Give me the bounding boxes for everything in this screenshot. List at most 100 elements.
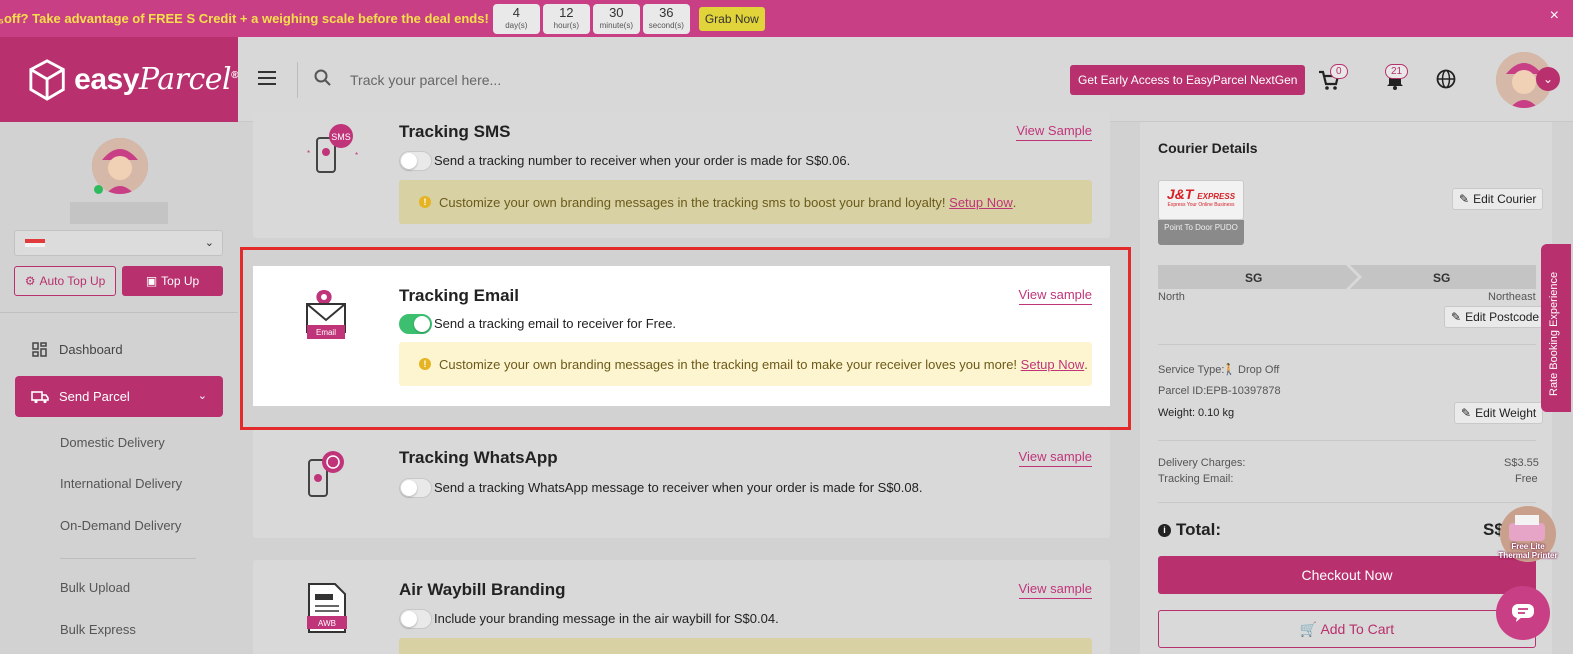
thermal-printer-promo-text: Free Lite Thermal Printer xyxy=(1498,542,1558,560)
divider xyxy=(1158,502,1536,503)
nextgen-access-button[interactable]: Get Early Access to EasyParcel NextGen xyxy=(1070,65,1306,95)
dashboard-icon xyxy=(32,342,47,357)
countdown-unit: day(s) xyxy=(505,20,528,30)
divider xyxy=(60,558,196,559)
countdown-seconds: 36 second(s) xyxy=(642,3,690,34)
chat-bubble-icon xyxy=(1512,604,1534,622)
close-icon[interactable]: × xyxy=(1550,7,1559,25)
svg-text:*: * xyxy=(355,151,358,160)
view-sample-link[interactable]: View sample xyxy=(1018,581,1092,599)
service-type-label: Service Type: xyxy=(1158,364,1225,376)
countdown-value: 12 xyxy=(559,4,574,20)
courier-details-title: Courier Details xyxy=(1158,140,1258,156)
logo-brand: easy xyxy=(74,63,139,96)
sidebar-item-label: Send Parcel xyxy=(59,389,130,404)
toggle-knob xyxy=(401,153,417,169)
setup-now-link[interactable]: Setup Now xyxy=(949,195,1013,210)
courier-logo-mark: J&T xyxy=(1166,186,1194,202)
feature-description: Send a tracking WhatsApp message to rece… xyxy=(434,480,923,495)
edit-weight-label: Edit Weight xyxy=(1475,406,1537,420)
sidebar-subitem-bulk-express[interactable]: Bulk Express xyxy=(60,622,136,637)
sidebar-item-send-parcel[interactable]: Send Parcel ⌄ xyxy=(15,376,223,417)
awb-label: AWB xyxy=(318,619,336,628)
online-status-dot xyxy=(94,185,103,194)
search-icon xyxy=(314,69,331,86)
chevron-down-icon[interactable]: ⌄ xyxy=(1536,67,1560,91)
edit-postcode-button[interactable]: ✎ Edit Postcode xyxy=(1444,306,1547,328)
sms-label: SMS xyxy=(331,132,351,142)
tracking-whatsapp-card: Tracking WhatsApp View sample Send a tra… xyxy=(253,428,1110,538)
countdown-unit: minute(s) xyxy=(599,20,633,30)
add-to-cart-button[interactable]: 🛒 Add To Cart xyxy=(1158,610,1536,648)
notification-count-badge: 21 xyxy=(1385,64,1409,79)
parcel-id-label: Parcel ID: xyxy=(1158,385,1207,397)
sidebar-subitem-international[interactable]: International Delivery xyxy=(60,476,182,491)
courier-logo-sub: EXPRESS xyxy=(1197,192,1236,201)
air-waybill-toggle[interactable] xyxy=(399,609,432,629)
delivery-charges-value: S$3.55 xyxy=(1504,457,1539,469)
checkout-now-button[interactable]: Checkout Now xyxy=(1158,556,1536,594)
sidebar-subitem-bulk-upload[interactable]: Bulk Upload xyxy=(60,580,130,595)
destination-region: Northeast xyxy=(1488,291,1536,303)
sidebar-subitem-domestic[interactable]: Domestic Delivery xyxy=(60,435,165,450)
grab-now-button[interactable]: Grab Now xyxy=(698,6,765,31)
route-bar xyxy=(1158,265,1536,289)
courier-card: Courier Details J&T EXPRESS Express Your… xyxy=(1140,122,1552,654)
sidebar-subitem-on-demand[interactable]: On-Demand Delivery xyxy=(60,518,181,533)
hamburger-menu-icon[interactable] xyxy=(258,71,276,89)
feature-title: Tracking SMS xyxy=(399,122,511,141)
chat-button[interactable] xyxy=(1496,586,1550,640)
sidebar: ⌄ ⚙ Auto Top Up ▣ Top Up Dashboard Send … xyxy=(0,122,238,654)
tracking-whatsapp-toggle[interactable] xyxy=(399,478,432,498)
weight-label: Weight: xyxy=(1158,407,1196,419)
info-icon: ! xyxy=(419,196,431,208)
top-up-button[interactable]: ▣ Top Up xyxy=(122,266,223,296)
tracking-sms-toggle[interactable] xyxy=(399,151,432,171)
chevron-down-icon: ⌄ xyxy=(204,237,214,249)
edit-courier-label: Edit Courier xyxy=(1473,192,1537,206)
pencil-icon: ✎ xyxy=(1451,310,1462,324)
singapore-flag-icon xyxy=(25,239,45,247)
tracking-email-value: Free xyxy=(1515,473,1538,485)
wallet-icon: ▣ xyxy=(145,274,158,288)
edit-courier-button[interactable]: ✎ Edit Courier xyxy=(1452,188,1544,210)
courier-tagline: Express Your Online Business xyxy=(1167,202,1235,208)
top-up-label: Top Up xyxy=(161,274,200,288)
logo-text: easyParcel® xyxy=(74,62,238,97)
sidebar-item-dashboard[interactable]: Dashboard xyxy=(32,342,123,357)
chevron-down-icon: ⌄ xyxy=(197,390,207,402)
weight-value: 0.10 kg xyxy=(1198,407,1235,419)
divider xyxy=(1158,344,1536,345)
tracking-email-label: Tracking Email: xyxy=(1158,473,1234,485)
destination-code: SG xyxy=(1433,271,1451,285)
countdown-value: 30 xyxy=(609,4,624,20)
countdown-hours: 12 hour(s) xyxy=(542,3,590,34)
edit-weight-button[interactable]: ✎ Edit Weight xyxy=(1454,402,1544,424)
feature-title: Air Waybill Branding xyxy=(399,580,566,599)
auto-top-up-button[interactable]: ⚙ Auto Top Up xyxy=(14,266,116,296)
view-sample-link[interactable]: View sample xyxy=(1018,449,1092,467)
globe-icon[interactable] xyxy=(1436,69,1456,89)
country-select[interactable]: ⌄ xyxy=(14,230,223,256)
pencil-icon: ✎ xyxy=(1461,406,1472,420)
main-content: SMS * * Tracking SMS View Sample Send a t… xyxy=(238,112,1140,654)
track-parcel-input[interactable]: Track your parcel here... xyxy=(350,72,501,88)
view-sample-link[interactable]: View Sample xyxy=(1016,123,1092,141)
service-type-value: Drop Off xyxy=(1238,364,1280,376)
countdown-value: 4 xyxy=(512,4,520,20)
courier-logo: J&T EXPRESS Express Your Online Business xyxy=(1158,180,1244,220)
rate-booking-experience-tab[interactable]: Rate Booking Experience xyxy=(1541,244,1571,412)
countdown-unit: second(s) xyxy=(648,20,684,30)
promo-banner: ₅off? Take advantage of FREE S Credit + … xyxy=(0,0,1573,37)
courier-details-panel: Courier Details J&T EXPRESS Express Your… xyxy=(1140,122,1573,654)
svg-text:*: * xyxy=(307,149,310,158)
total-label: i Total: xyxy=(1158,520,1221,540)
total-label-text: Total: xyxy=(1176,520,1222,539)
sidebar-item-label: Dashboard xyxy=(59,342,123,357)
divider xyxy=(1158,440,1536,441)
air-waybill-card: AWB Air Waybill Branding View sample Inc… xyxy=(253,560,1110,654)
cart-icon: 🛒 xyxy=(1299,621,1318,637)
logo[interactable]: easyParcel® xyxy=(0,37,238,122)
countdown-value: 36 xyxy=(659,4,674,20)
notice-text: Customize your own branding messages in … xyxy=(439,194,946,210)
